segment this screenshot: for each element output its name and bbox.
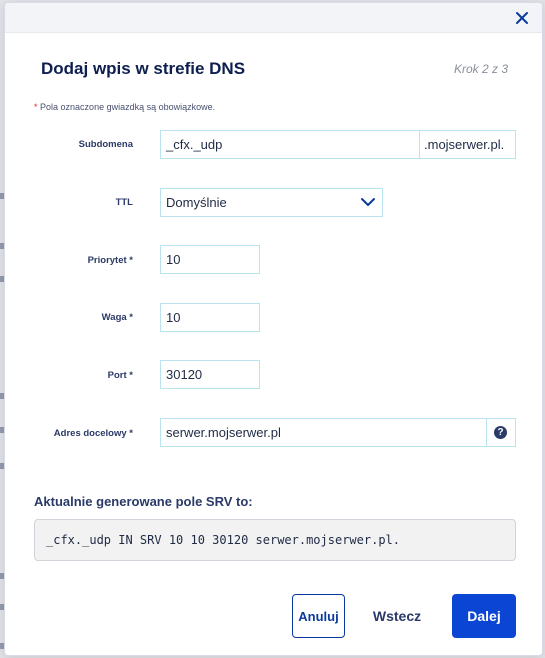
required-fields-note: * Pola oznaczone gwiazdką są obowiązkowe… [34,102,215,112]
close-icon [516,12,528,24]
target-address-input[interactable]: serwer.mojserwer.pl [160,418,487,447]
back-button[interactable]: Wstecz [365,594,429,638]
srv-record-preview: _cfx._udp IN SRV 10 10 30120 serwer.mojs… [34,519,516,561]
target-address-label: Adres docelowy * [53,428,133,439]
ttl-select[interactable]: Domyślnie [160,188,383,217]
add-dns-record-dialog: Dodaj wpis w strefie DNS Krok 2 z 3 * Po… [4,2,543,656]
close-button[interactable] [512,8,532,28]
port-input[interactable]: 30120 [160,360,260,389]
priority-label: Priorytet * [87,255,133,266]
ttl-selected-value: Domyślnie [166,195,227,210]
required-note-text: Pola oznaczone gwiazdką są obowiązkowe. [40,102,216,112]
weight-label: Waga * [101,312,133,323]
dialog-header-bar [5,3,542,33]
target-address-help-button[interactable]: ? [487,418,516,447]
weight-input[interactable]: 10 [160,303,260,332]
subdomain-label: Subdomena [78,139,133,150]
priority-input[interactable]: 10 [160,245,260,274]
subdomain-suffix: .mojserwer.pl. [420,130,516,159]
subdomain-input[interactable]: _cfx._udp [160,130,420,159]
next-button[interactable]: Dalej [452,594,516,638]
required-star: * [34,102,38,112]
dialog-title: Dodaj wpis w strefie DNS [41,59,246,78]
chevron-down-icon [361,198,375,206]
step-indicator: Krok 2 z 3 [453,62,508,76]
ttl-label: TTL [115,197,133,208]
cancel-button[interactable]: Anuluj [292,594,345,638]
port-label: Port * [107,370,133,381]
question-circle-icon: ? [494,426,507,439]
srv-preview-heading: Aktualnie generowane pole SRV to: [34,494,253,509]
